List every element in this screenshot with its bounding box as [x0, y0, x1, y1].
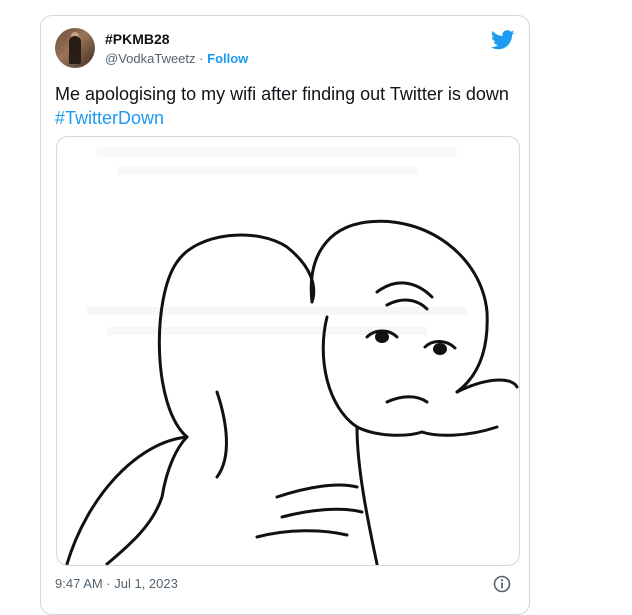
- meme-hug-image: [65, 147, 519, 565]
- handle[interactable]: @VodkaTweetz: [105, 51, 196, 66]
- avatar[interactable]: [55, 28, 95, 68]
- handle-line: @VodkaTweetz · Follow: [105, 50, 248, 68]
- timestamp[interactable]: 9:47 AM · Jul 1, 2023: [55, 576, 178, 591]
- follow-button[interactable]: Follow: [207, 51, 248, 66]
- tweet-header: #PKMB28 @VodkaTweetz · Follow: [55, 28, 515, 72]
- tweet-body-text: Me apologising to my wifi after finding …: [55, 84, 509, 104]
- separator: ·: [199, 51, 204, 66]
- hashtag-link[interactable]: #TwitterDown: [55, 108, 164, 128]
- info-icon[interactable]: [493, 575, 511, 593]
- tweet-footer: 9:47 AM · Jul 1, 2023: [55, 572, 515, 596]
- author-names: #PKMB28 @VodkaTweetz · Follow: [105, 30, 248, 68]
- display-name[interactable]: #PKMB28: [105, 30, 248, 48]
- tweet-text: Me apologising to my wifi after finding …: [55, 82, 515, 130]
- tweet-card: #PKMB28 @VodkaTweetz · Follow Me apologi…: [40, 15, 530, 615]
- tweet-media-image[interactable]: [56, 136, 520, 566]
- avatar-figure-body: [69, 36, 81, 64]
- twitter-bird-icon[interactable]: [491, 30, 515, 50]
